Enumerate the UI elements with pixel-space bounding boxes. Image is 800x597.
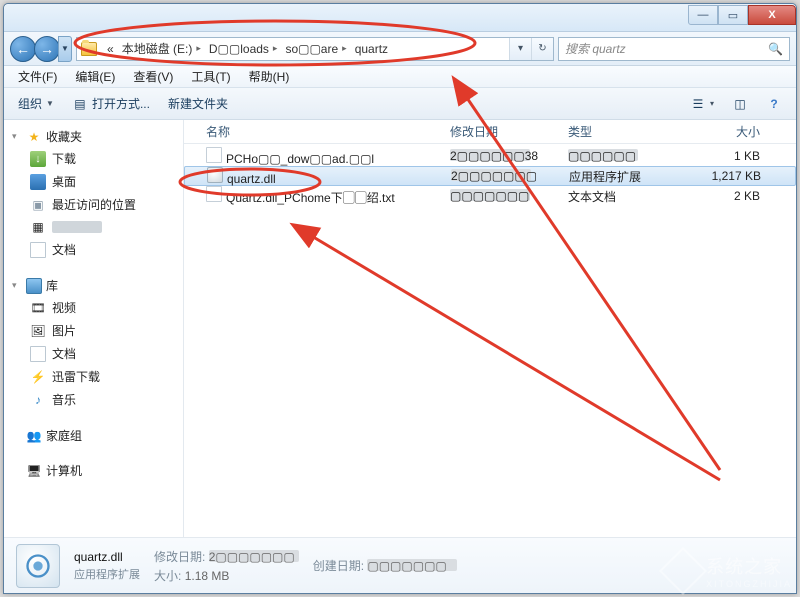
watermark-icon: [659, 547, 707, 595]
details-modified: 2▢▢▢▢▢▢▢: [209, 550, 299, 562]
picture-icon: 🖼: [30, 323, 46, 339]
col-size[interactable]: 大小: [676, 123, 766, 140]
sidebar-item-downloads[interactable]: ↓下载: [8, 147, 183, 170]
column-headers: 名称 修改日期 类型 大小: [184, 120, 796, 144]
sidebar-item-documents-lib[interactable]: 文档: [8, 342, 183, 365]
sidebar-item-blurred[interactable]: ▦▢▢▢: [8, 216, 183, 238]
menu-help[interactable]: 帮助(H): [241, 66, 298, 87]
generic-icon: ▦: [30, 219, 46, 235]
watermark: 系统之家 XITONGZHIJIA: [666, 553, 792, 589]
computer-icon: 🖥: [26, 463, 42, 479]
crumb-item[interactable]: so▢▢are▸: [281, 38, 350, 60]
col-name[interactable]: 名称: [200, 123, 444, 140]
download-icon: ↓: [30, 151, 46, 167]
view-options-button[interactable]: ☰▾: [684, 93, 720, 115]
sidebar-item-music[interactable]: ♪音乐: [8, 388, 183, 411]
menu-view[interactable]: 查看(V): [125, 66, 181, 87]
file-list: PCHo▢▢_dow▢▢ad.▢▢l 2▢▢▢▢▢▢38 ▢▢▢▢▢▢ 1 KB…: [184, 144, 796, 206]
explorer-window: — ▭ X ← → ▼ « 本地磁盘 (E:)▸ D▢▢loads▸ so▢▢a…: [3, 3, 797, 594]
music-icon: ♪: [30, 392, 46, 408]
content-area: ▾★收藏夹 ↓下载 桌面 ▣最近访问的位置 ▦▢▢▢ 文档 ▾库 🎞视频 🖼图片…: [4, 120, 796, 537]
menu-edit[interactable]: 编辑(E): [67, 66, 123, 87]
sidebar-item-recent[interactable]: ▣最近访问的位置: [8, 193, 183, 216]
sidebar-item-videos[interactable]: 🎞视频: [8, 296, 183, 319]
crumb-item[interactable]: 本地磁盘 (E:)▸: [118, 38, 205, 60]
search-input[interactable]: 搜索 quartz 🔍: [558, 37, 790, 61]
homegroup-icon: 👥: [26, 428, 42, 444]
col-date[interactable]: 修改日期: [444, 123, 562, 140]
menu-file[interactable]: 文件(F): [10, 66, 65, 87]
col-type[interactable]: 类型: [562, 123, 676, 140]
folder-icon: [81, 42, 97, 56]
help-button[interactable]: ?: [760, 93, 788, 115]
menu-tools[interactable]: 工具(T): [183, 66, 238, 87]
newfolder-button[interactable]: 新建文件夹: [162, 92, 234, 115]
library-icon: [26, 278, 42, 294]
video-icon: 🎞: [30, 300, 46, 316]
sidebar-item-pictures[interactable]: 🖼图片: [8, 319, 183, 342]
close-button[interactable]: X: [748, 5, 796, 25]
back-button[interactable]: ←: [10, 36, 36, 62]
menu-bar: 文件(F) 编辑(E) 查看(V) 工具(T) 帮助(H): [4, 66, 796, 88]
help-icon: ?: [766, 96, 782, 112]
sidebar-item-thunder[interactable]: ⚡迅雷下载: [8, 365, 183, 388]
view-icon: ☰: [690, 96, 706, 112]
search-icon: 🔍: [768, 42, 783, 56]
minimize-button[interactable]: —: [688, 5, 718, 25]
openwith-icon: ▤: [72, 96, 88, 112]
details-created: ▢▢▢▢▢▢▢: [367, 559, 457, 571]
thunder-icon: ⚡: [30, 369, 46, 385]
libraries-header[interactable]: ▾库: [8, 275, 183, 296]
document-icon: [30, 242, 46, 258]
crumb-item[interactable]: quartz: [351, 38, 392, 60]
details-icon: [16, 544, 60, 588]
toolbar: 组织▼ ▤打开方式... 新建文件夹 ☰▾ ◫ ?: [4, 88, 796, 120]
crumb-item[interactable]: D▢▢loads▸: [205, 38, 282, 60]
files-pane: 名称 修改日期 类型 大小 PCHo▢▢_dow▢▢ad.▢▢l 2▢▢▢▢▢▢…: [184, 120, 796, 537]
nav-buttons: ← → ▼: [10, 36, 72, 62]
file-row[interactable]: PCHo▢▢_dow▢▢ad.▢▢l 2▢▢▢▢▢▢38 ▢▢▢▢▢▢ 1 KB: [184, 146, 796, 166]
titlebar: — ▭ X: [4, 4, 796, 32]
file-row-selected[interactable]: quartz.dll 2▢▢▢▢▢▢▢ 应用程序扩展 1,217 KB: [184, 166, 796, 186]
desktop-icon: [30, 174, 46, 190]
text-icon: [206, 186, 222, 202]
details-filename: quartz.dll: [74, 550, 140, 564]
preview-pane-button[interactable]: ◫: [726, 93, 754, 115]
preview-icon: ◫: [732, 96, 748, 112]
nav-row: ← → ▼ « 本地磁盘 (E:)▸ D▢▢loads▸ so▢▢are▸ qu…: [4, 32, 796, 66]
sidebar-item-documents[interactable]: 文档: [8, 238, 183, 261]
favorites-header[interactable]: ▾★收藏夹: [8, 126, 183, 147]
homegroup-header[interactable]: 👥家庭组: [8, 425, 183, 446]
computer-header[interactable]: 🖥计算机: [8, 460, 183, 481]
file-type-icon: [206, 147, 222, 163]
organize-button[interactable]: 组织▼: [12, 92, 60, 115]
details-filetype: 应用程序扩展: [74, 566, 140, 582]
refresh-button[interactable]: ↻: [531, 38, 553, 60]
openwith-button[interactable]: ▤打开方式...: [66, 92, 156, 115]
history-dropdown[interactable]: ▼: [58, 36, 72, 62]
address-dropdown[interactable]: ▾: [509, 38, 531, 60]
sidebar-item-desktop[interactable]: 桌面: [8, 170, 183, 193]
dll-icon: [207, 167, 223, 183]
star-icon: ★: [26, 129, 42, 145]
search-placeholder: 搜索 quartz: [565, 40, 626, 57]
recent-icon: ▣: [30, 197, 46, 213]
forward-button[interactable]: →: [34, 36, 60, 62]
navigation-pane: ▾★收藏夹 ↓下载 桌面 ▣最近访问的位置 ▦▢▢▢ 文档 ▾库 🎞视频 🖼图片…: [4, 120, 184, 537]
file-row[interactable]: Quartz.dll_PChome下▢▢绍.txt ▢▢▢▢▢▢▢ 文本文档 2…: [184, 186, 796, 206]
address-bar[interactable]: « 本地磁盘 (E:)▸ D▢▢loads▸ so▢▢are▸ quartz ▾…: [76, 37, 554, 61]
document-icon: [30, 346, 46, 362]
crumb-prefix: «: [103, 38, 118, 60]
maximize-button[interactable]: ▭: [718, 5, 748, 25]
details-size: 1.18 MB: [185, 569, 230, 583]
